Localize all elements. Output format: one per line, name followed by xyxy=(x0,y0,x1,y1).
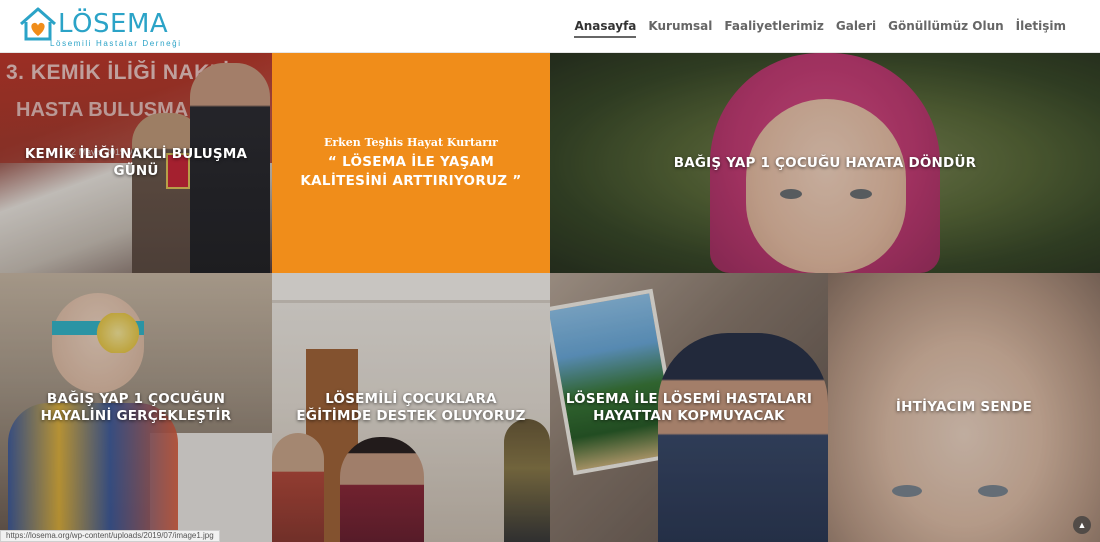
nav-item-faaliyetlerimiz[interactable]: Faaliyetlerimiz xyxy=(724,19,824,38)
browser-status-url: https://losema.org/wp-content/uploads/20… xyxy=(0,530,220,542)
logo-wordmark: LÖSEMA xyxy=(58,9,169,39)
tile-slogan: Erken Teşhis Hayat Kurtarır “ LÖSEMA İLE… xyxy=(272,53,550,273)
tile-ihtiyacim-sende[interactable]: İHTİYACIM SENDE xyxy=(828,273,1100,542)
nav-item-galeri[interactable]: Galeri xyxy=(836,19,876,38)
slogan-subtitle: Erken Teşhis Hayat Kurtarır xyxy=(324,135,498,149)
main-nav: Anasayfa Kurumsal Faaliyetlerimiz Galeri… xyxy=(574,19,1066,38)
chevron-up-icon: ▲ xyxy=(1077,520,1087,530)
tile-title: İHTİYACIM SENDE xyxy=(895,399,1033,415)
house-heart-icon xyxy=(20,7,56,41)
slogan-quote: “ LÖSEMA İLE YAŞAM KALİTESİNİ ARTTIRIYOR… xyxy=(300,153,522,189)
tile-egitim-destek[interactable]: LÖSEMİLİ ÇOCUKLARA EĞİTİMDE DESTEK OLUYO… xyxy=(272,273,550,542)
tile-title: KEMİK İLİĞİ NAKLİ BULUŞMA GÜNÜ xyxy=(24,146,248,179)
tile-title: BAĞIŞ YAP 1 ÇOCUĞUN HAYALİNİ GERÇEKLEŞTİ… xyxy=(40,390,232,424)
nav-item-kurumsal[interactable]: Kurumsal xyxy=(648,19,712,38)
logo[interactable]: LÖSEMA Lösemili Hastalar Derneği xyxy=(18,6,180,48)
nav-item-iletisim[interactable]: İletişim xyxy=(1016,19,1066,38)
site-header: LÖSEMA Lösemili Hastalar Derneği Anasayf… xyxy=(0,0,1100,53)
tile-kemik-iligi[interactable]: 3. KEMİK İLİĞİ NAKLİ HASTA BULUŞMA 02 Ma… xyxy=(0,53,272,273)
nav-item-anasayfa[interactable]: Anasayfa xyxy=(574,19,637,38)
tile-title: LÖSEMA İLE LÖSEMİ HASTALARI HAYATTAN KOP… xyxy=(565,390,813,424)
tile-bagis-hayal[interactable]: BAĞIŞ YAP 1 ÇOCUĞUN HAYALİNİ GERÇEKLEŞTİ… xyxy=(0,273,272,542)
nav-item-gonullumuz-olun[interactable]: Gönüllümüz Olun xyxy=(888,19,1004,38)
tile-title: LÖSEMİLİ ÇOCUKLARA EĞİTİMDE DESTEK OLUYO… xyxy=(296,390,526,424)
scroll-to-top-button[interactable]: ▲ xyxy=(1073,516,1091,534)
logo-tagline: Lösemili Hastalar Derneği xyxy=(50,39,182,48)
tile-title: BAĞIŞ YAP 1 ÇOCUĞU HAYATA DÖNDÜR xyxy=(673,154,977,171)
tile-hayattan-kopmuyacak[interactable]: LÖSEMA İLE LÖSEMİ HASTALARI HAYATTAN KOP… xyxy=(550,273,828,542)
tile-bagis-hayata-dondur[interactable]: BAĞIŞ YAP 1 ÇOCUĞU HAYATA DÖNDÜR xyxy=(550,53,1100,273)
